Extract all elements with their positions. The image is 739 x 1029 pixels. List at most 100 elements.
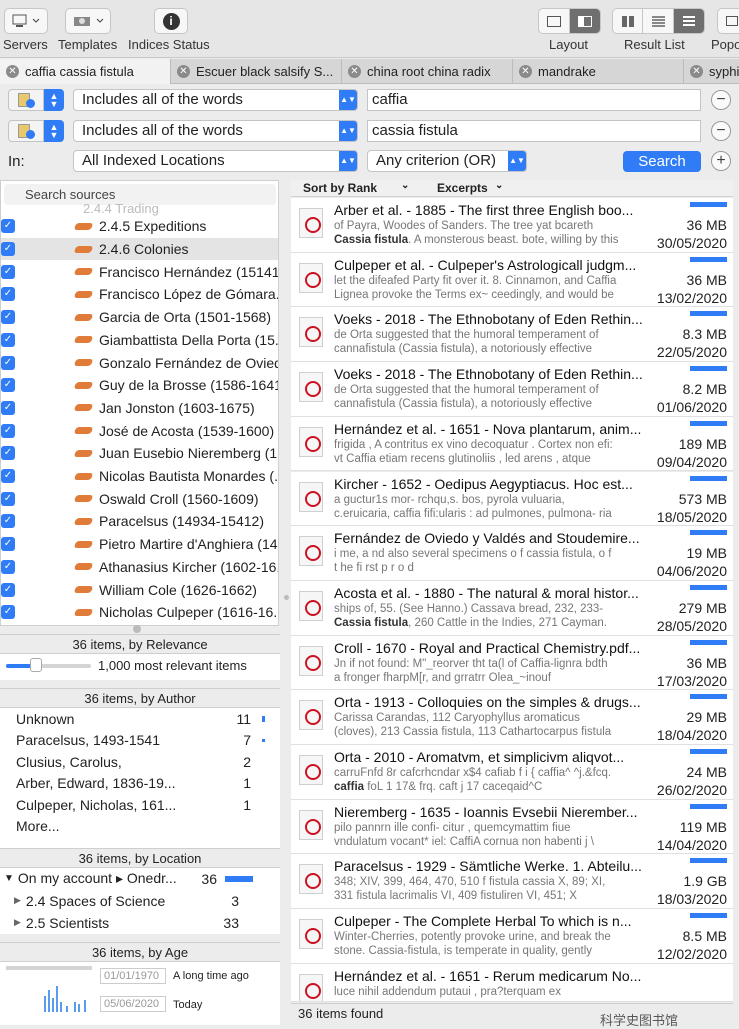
checkbox-checked-icon[interactable]: ✓: [1, 446, 15, 461]
search-button[interactable]: Search: [623, 151, 701, 172]
author-row[interactable]: Culpeper, Nicholas, 161... 1: [16, 794, 271, 816]
disclosure-open-icon[interactable]: ▼: [4, 873, 14, 884]
source-row[interactable]: ✓ Gonzalo Fernández de Ovied...: [1, 351, 278, 374]
grid-view-icon[interactable]: [613, 9, 644, 33]
age-slider-track[interactable]: [6, 966, 92, 970]
checkbox-checked-icon[interactable]: ✓: [1, 310, 15, 325]
result-row[interactable]: Orta - 1913 - Colloquies on the simples …: [291, 690, 733, 745]
age-from-field[interactable]: 01/01/1970: [100, 968, 166, 984]
criterion-2-operator[interactable]: Includes all of the words ▲▼: [73, 120, 358, 142]
criterion-select[interactable]: Any criterion (OR) ▲▼: [367, 150, 527, 172]
close-icon[interactable]: ✕: [348, 65, 361, 78]
sort-by-rank[interactable]: Sort by Rank: [303, 181, 377, 195]
splitter-handle-icon[interactable]: [133, 625, 141, 633]
location-row[interactable]: ▶ 2.4 Spaces of Science 3: [14, 890, 269, 912]
source-row[interactable]: ✓ Jan Jonston (1603-1675): [1, 397, 278, 420]
servers-button[interactable]: [4, 8, 48, 34]
checkbox-checked-icon[interactable]: ✓: [1, 400, 15, 415]
disclosure-closed-icon[interactable]: ▶: [14, 917, 21, 928]
popover-button[interactable]: [717, 8, 739, 34]
source-row[interactable]: ✓ Juan Eusebio Nieremberg (1...: [1, 442, 278, 465]
checkbox-checked-icon[interactable]: ✓: [1, 491, 15, 506]
source-row[interactable]: ✓ 2.4.6 Colonies: [1, 237, 278, 261]
source-row[interactable]: ✓ Paracelsus (14934-15412): [1, 510, 278, 533]
checkbox-checked-icon[interactable]: ✓: [1, 423, 15, 438]
vertical-splitter-icon[interactable]: [284, 595, 289, 600]
location-row[interactable]: ▶ 2.5 Scientists 33: [14, 912, 269, 934]
source-row[interactable]: ✓ Francisco Hernández (15141...: [1, 260, 278, 283]
templates-button[interactable]: [65, 8, 111, 34]
chevron-down-icon[interactable]: ⌄: [401, 180, 409, 191]
location-select[interactable]: All Indexed Locations ▲▼: [73, 150, 358, 172]
source-row[interactable]: ✓ William Cole (1626-1662): [1, 578, 278, 601]
tab-mandrake[interactable]: ✕ mandrake: [513, 59, 684, 84]
author-row[interactable]: Paracelsus, 1493-1541 7: [16, 730, 271, 752]
relevance-slider-thumb[interactable]: [29, 658, 42, 672]
stepper-icon[interactable]: ▲ ▼: [44, 89, 64, 111]
list-view-icon[interactable]: [673, 9, 704, 33]
tab-escuer[interactable]: ✕ Escuer black salsify S...: [171, 59, 342, 84]
age-to-field[interactable]: 05/06/2020: [100, 996, 166, 1012]
source-row[interactable]: ✓ Giambattista Della Porta (15...: [1, 329, 278, 352]
add-criterion-icon[interactable]: +: [711, 151, 731, 171]
checkbox-checked-icon[interactable]: ✓: [1, 378, 15, 393]
source-row[interactable]: ✓ Guy de la Brosse (1586-1641): [1, 374, 278, 397]
result-row[interactable]: Fernández de Oviedo y Valdés and Stoudem…: [291, 526, 733, 581]
result-row[interactable]: Arber et al. - 1885 - The first three En…: [291, 198, 733, 253]
source-row[interactable]: ✓ José de Acosta (1539-1600): [1, 419, 278, 442]
close-icon[interactable]: ✕: [177, 65, 190, 78]
tab-caffia[interactable]: ✕ caffia cassia fistula: [0, 59, 171, 84]
layout-segment[interactable]: [538, 8, 601, 34]
source-row[interactable]: ✓ Pietro Martire d'Anghiera (14...: [1, 533, 278, 556]
checkbox-checked-icon[interactable]: ✓: [1, 264, 15, 279]
remove-criterion-1-icon[interactable]: −: [711, 90, 731, 110]
result-row[interactable]: Voeks - 2018 - The Ethnobotany of Eden R…: [291, 362, 733, 417]
compact-list-icon[interactable]: [643, 9, 674, 33]
chevron-down-icon[interactable]: ⌄: [495, 180, 503, 191]
close-icon[interactable]: ✕: [6, 65, 19, 78]
result-row[interactable]: Hernández et al. - 1651 - Rerum medicaru…: [291, 963, 733, 1002]
criterion-1-operator[interactable]: Includes all of the words ▲▼: [73, 89, 358, 111]
result-row[interactable]: Kircher - 1652 - Oedipus Aegyptiacus. Ho…: [291, 471, 733, 527]
author-more-link[interactable]: More...: [16, 818, 60, 834]
layout-split-icon[interactable]: [570, 9, 600, 33]
disclosure-closed-icon[interactable]: ▶: [14, 895, 21, 906]
author-row[interactable]: Unknown 11: [16, 708, 271, 730]
close-icon[interactable]: ✕: [690, 65, 703, 78]
result-row[interactable]: Acosta et al. - 1880 - The natural & mor…: [291, 580, 733, 636]
stepper-icon[interactable]: ▲ ▼: [44, 120, 64, 142]
checkbox-checked-icon[interactable]: ✓: [1, 219, 15, 234]
checkbox-checked-icon[interactable]: ✓: [1, 287, 15, 302]
location-row[interactable]: ▼ On my account ▸ Onedr... 36: [4, 868, 259, 890]
result-row[interactable]: Culpeper et al. - Culpeper's Astrologica…: [291, 252, 733, 308]
criterion-2-value[interactable]: cassia fistula: [367, 120, 701, 142]
source-row[interactable]: ✓ 2.4.5 Expeditions: [1, 215, 278, 238]
result-row[interactable]: Nieremberg - 1635 - Ioannis Evsebii Nier…: [291, 799, 733, 855]
result-list-segment[interactable]: [612, 8, 705, 34]
author-row[interactable]: Clusius, Carolus, 2: [16, 751, 271, 773]
criterion-2-type[interactable]: ▲ ▼: [8, 120, 64, 142]
tab-syphi[interactable]: ✕ syphi: [684, 59, 739, 84]
remove-criterion-2-icon[interactable]: −: [711, 121, 731, 141]
source-row[interactable]: ✓ Nicholas Culpeper (1616-16...: [1, 601, 278, 624]
checkbox-checked-icon[interactable]: ✓: [1, 605, 15, 620]
checkbox-checked-icon[interactable]: ✓: [1, 537, 15, 552]
result-row[interactable]: Paracelsus - 1929 - Sämtliche Werke. 1. …: [291, 854, 733, 910]
checkbox-checked-icon[interactable]: ✓: [1, 559, 15, 574]
checkbox-checked-icon[interactable]: ✓: [1, 242, 15, 257]
checkbox-checked-icon[interactable]: ✓: [1, 355, 15, 370]
indices-status-button[interactable]: i: [154, 8, 188, 34]
result-row[interactable]: Culpeper - The Complete Herbal To which …: [291, 909, 733, 964]
criterion-1-value[interactable]: caffia: [367, 89, 701, 111]
source-row[interactable]: ✓ Oswald Croll (1560-1609): [1, 487, 278, 510]
source-row[interactable]: ✓ Garcia de Orta (1501-1568): [1, 306, 278, 329]
excerpts-toggle[interactable]: Excerpts: [437, 181, 488, 195]
result-row[interactable]: Hernández et al. - 1651 - Nova plantarum…: [291, 416, 733, 472]
author-row[interactable]: Arber, Edward, 1836-19... 1: [16, 773, 271, 795]
source-row[interactable]: ✓ Francisco López de Gómara...: [1, 283, 278, 306]
result-row[interactable]: Croll - 1670 - Royal and Practical Chemi…: [291, 635, 733, 691]
checkbox-checked-icon[interactable]: ✓: [1, 332, 15, 347]
checkbox-checked-icon[interactable]: ✓: [1, 514, 15, 529]
source-row[interactable]: ✓ Athanasius Kircher (1602-16...: [1, 556, 278, 579]
close-icon[interactable]: ✕: [519, 65, 532, 78]
